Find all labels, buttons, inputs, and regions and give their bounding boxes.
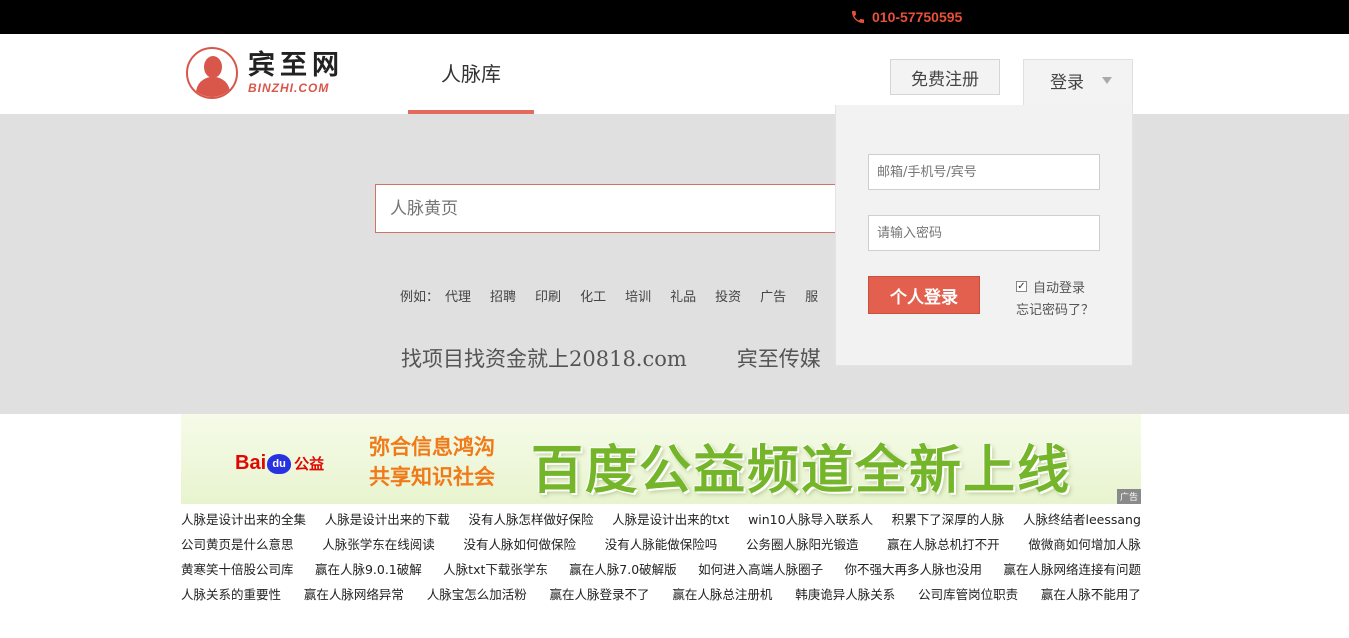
links-row: 人脉关系的重要性 赢在人脉网络异常 人脉宝怎么加活粉 赢在人脉登录不了 赢在人脉…: [181, 581, 1141, 606]
links-row: 人脉是设计出来的全集 人脉是设计出来的下载 没有人脉怎样做好保险 人脉是设计出来…: [181, 506, 1141, 531]
ad-label: 广告: [1116, 489, 1141, 504]
caret-down-icon: [1102, 77, 1112, 84]
logo-en: BINZHI.COM: [248, 81, 330, 95]
related-link[interactable]: 人脉终结者leessang: [1023, 509, 1141, 528]
login-panel: 个人登录 ✓ 自动登录 忘记密码了？: [835, 105, 1133, 366]
register-button[interactable]: 免费注册: [890, 59, 1000, 95]
related-link[interactable]: 赢在人脉总机打不开: [887, 534, 1000, 553]
related-link[interactable]: 做微商如何增加人脉: [1028, 534, 1141, 553]
related-links: 人脉是设计出来的全集 人脉是设计出来的下载 没有人脉怎样做好保险 人脉是设计出来…: [181, 506, 1141, 606]
links-row: 黄寒笑十倍股公司库 赢在人脉9.0.1破解 人脉txt下载张学东 赢在人脉7.0…: [181, 556, 1141, 581]
related-link[interactable]: 公务圈人脉阳光锻造: [746, 534, 859, 553]
auto-login-label: 自动登录: [1033, 281, 1086, 296]
hint-prefix: 例如：: [400, 290, 440, 305]
hint-link[interactable]: 化工: [580, 286, 606, 305]
baidu-paw-icon: du: [267, 453, 292, 474]
hint-link[interactable]: 广告: [760, 286, 786, 305]
slogan-ticker: 找项目找资金就上20818.com 宾至传媒: [401, 343, 851, 373]
search-input[interactable]: [375, 184, 855, 233]
personal-login-button[interactable]: 个人登录: [868, 276, 980, 314]
checkbox-checked-icon[interactable]: ✓: [1016, 281, 1027, 292]
auto-login-option[interactable]: ✓ 自动登录: [1016, 277, 1085, 296]
related-link[interactable]: 人脉关系的重要性: [181, 584, 281, 603]
logo-person-icon: [186, 47, 238, 99]
related-link[interactable]: 赢在人脉登录不了: [550, 584, 650, 603]
related-link[interactable]: win10人脉导入联系人: [748, 509, 873, 528]
login-toggle-label: 登录: [1050, 73, 1084, 93]
hint-link[interactable]: 礼品: [670, 286, 696, 305]
hint-link[interactable]: 服: [805, 286, 818, 305]
related-link[interactable]: 赢在人脉网络异常: [304, 584, 404, 603]
related-link[interactable]: 没有人脉能做保险吗: [605, 534, 718, 553]
phone-contact: 010-57750595: [850, 7, 962, 27]
password-field[interactable]: [868, 215, 1100, 251]
top-bar: 010-57750595: [0, 0, 1349, 34]
hint-link[interactable]: 印刷: [535, 286, 561, 305]
hint-link[interactable]: 招聘: [490, 286, 516, 305]
banner-tagline: 弥合信息鸿沟 共享知识社会: [369, 435, 495, 489]
baidu-gongyi-banner-ad[interactable]: Bai du 公益 弥合信息鸿沟 共享知识社会 百度公益频道全新上线 广告: [181, 414, 1141, 504]
related-link[interactable]: 黄寒笑十倍股公司库: [181, 559, 294, 578]
related-link[interactable]: 人脉txt下载张学东: [443, 559, 548, 578]
hint-link[interactable]: 培训: [625, 286, 651, 305]
related-link[interactable]: 赢在人脉网络连接有问题: [1003, 559, 1141, 578]
baidu-logo: Bai du 公益: [235, 452, 325, 474]
related-link[interactable]: 赢在人脉不能用了: [1041, 584, 1141, 603]
related-link[interactable]: 赢在人脉总注册机: [672, 584, 772, 603]
related-link[interactable]: 人脉宝怎么加活粉: [427, 584, 527, 603]
slogan-item[interactable]: 找项目找资金就上20818.com: [401, 343, 687, 373]
banner-headline: 百度公益频道全新上线: [531, 441, 1072, 501]
header: 宾至网 BINZHI.COM 人脉库 免费注册 登录: [0, 34, 1349, 114]
hint-link[interactable]: 代理: [445, 286, 471, 305]
site-logo[interactable]: 宾至网 BINZHI.COM: [186, 47, 344, 99]
related-link[interactable]: 人脉是设计出来的下载: [325, 509, 450, 528]
phone-number: 010-57750595: [872, 9, 963, 25]
nav-tab-contacts[interactable]: 人脉库: [408, 34, 534, 114]
phone-icon: [852, 11, 864, 23]
links-row: 公司黄页是什么意思 人脉张学东在线阅读 没有人脉如何做保险 没有人脉能做保险吗 …: [181, 531, 1141, 556]
search-hero: 例如： 代理 招聘 印刷 化工 培训 礼品 投资 广告 服 找项目找资金就上20…: [0, 114, 1349, 414]
related-link[interactable]: 公司黄页是什么意思: [181, 534, 294, 553]
username-field[interactable]: [868, 154, 1100, 190]
search-hints: 例如： 代理 招聘 印刷 化工 培训 礼品 投资 广告 服: [400, 286, 837, 305]
related-link[interactable]: 如何进入高端人脉圈子: [698, 559, 823, 578]
related-link[interactable]: 积累下了深厚的人脉: [892, 509, 1005, 528]
hint-link[interactable]: 投资: [715, 286, 741, 305]
related-link[interactable]: 公司库管岗位职责: [918, 584, 1018, 603]
related-link[interactable]: 赢在人脉7.0破解版: [569, 559, 676, 578]
related-link[interactable]: 人脉张学东在线阅读: [322, 534, 435, 553]
related-link[interactable]: 韩庚诡异人脉关系: [795, 584, 895, 603]
related-link[interactable]: 没有人脉怎样做好保险: [468, 509, 593, 528]
related-link[interactable]: 赢在人脉9.0.1破解: [315, 559, 422, 578]
related-link[interactable]: 人脉是设计出来的txt: [612, 509, 729, 528]
forgot-password-link[interactable]: 忘记密码了？: [1016, 299, 1094, 318]
slogan-item[interactable]: 宾至传媒: [737, 343, 821, 373]
related-link[interactable]: 人脉是设计出来的全集: [181, 509, 306, 528]
related-link[interactable]: 没有人脉如何做保险: [463, 534, 576, 553]
login-toggle[interactable]: 登录: [1023, 59, 1133, 106]
related-link[interactable]: 你不强大再多人脉也没用: [845, 559, 983, 578]
logo-cn: 宾至网: [248, 50, 344, 81]
